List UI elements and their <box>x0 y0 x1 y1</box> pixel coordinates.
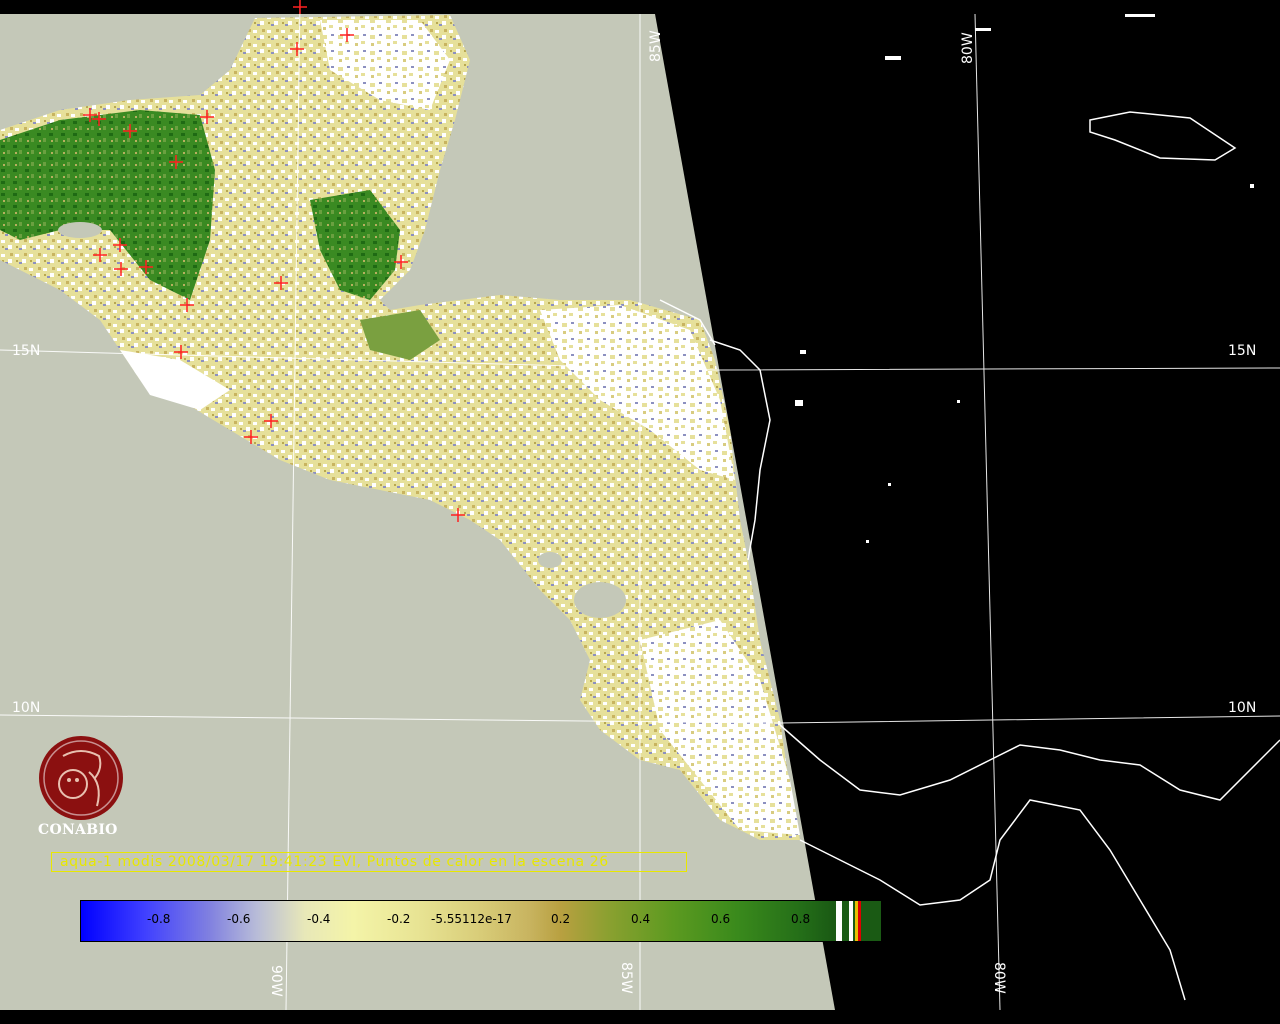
lake-managua <box>538 552 562 568</box>
label-lat-10n-left: 10N <box>12 700 40 716</box>
colorbar-stripe-white <box>836 901 842 941</box>
colorbar-tick: 0.2 <box>551 912 571 926</box>
conabio-logo-text: CONABIO <box>38 822 118 838</box>
label-lat-15n-right: 15N <box>1228 343 1256 359</box>
colorbar-tick: -0.6 <box>227 912 251 926</box>
colorbar-stripe-red <box>858 901 861 941</box>
label-lon-80w-top: 80W <box>960 32 976 64</box>
label-lat-10n-right: 10N <box>1228 700 1256 716</box>
lake-peten <box>58 222 102 238</box>
colorbar-tick: 0.4 <box>631 912 651 926</box>
lake-nicaragua <box>574 582 626 618</box>
colorbar-tick: 0.8 <box>791 912 811 926</box>
evi-colorbar: -0.8 -0.6 -0.4 -0.2 -5.55112e-17 0.2 0.4… <box>80 900 882 942</box>
colorbar-stripe-white <box>849 901 853 941</box>
colorbar-tick: -0.4 <box>307 912 331 926</box>
label-lon-85w-bottom: 85W <box>618 962 634 994</box>
colorbar-tick: -0.8 <box>147 912 171 926</box>
label-lon-90w-bottom: 90W <box>268 965 284 997</box>
colorbar-tick: -0.2 <box>387 912 411 926</box>
colorbar-tick: -5.55112e-17 <box>431 912 512 926</box>
label-lat-15n-left: 15N <box>12 343 40 359</box>
colorbar-tick: 0.6 <box>711 912 731 926</box>
conabio-logo-icon <box>39 736 123 820</box>
label-lon-85w-top: 85W <box>648 30 664 62</box>
label-lon-80w-bottom: 80W <box>991 962 1007 994</box>
scene-caption: aqua-1 modis 2008/03/17 19:41:23 EVI, Pu… <box>51 852 687 872</box>
